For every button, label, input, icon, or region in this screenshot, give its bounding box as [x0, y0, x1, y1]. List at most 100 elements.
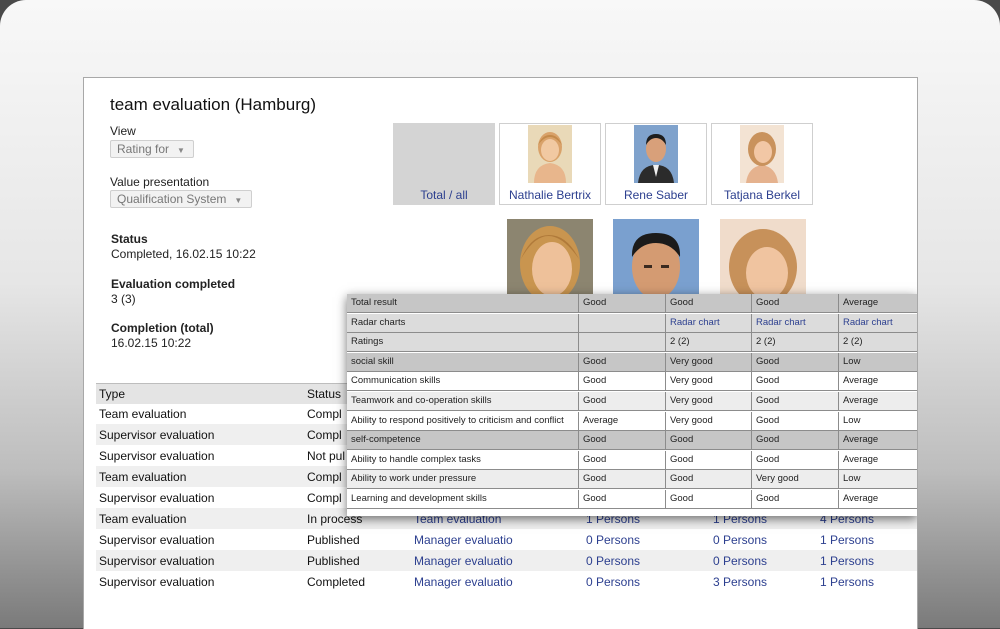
- cell-persons-link[interactable]: 1 Persons: [820, 575, 874, 589]
- result-row-label: Total result: [351, 297, 397, 308]
- person-portrait-rene: [613, 219, 699, 294]
- result-cell: Good: [578, 392, 665, 411]
- cell-persons-link[interactable]: 0 Persons: [713, 533, 767, 547]
- result-row-label: social skill: [351, 355, 394, 367]
- result-row-label: self-competence: [351, 434, 421, 446]
- result-row-label: Ratings: [351, 336, 384, 348]
- result-row-label: Radar charts: [351, 316, 406, 328]
- column-header-type[interactable]: Type: [99, 387, 125, 401]
- result-cell: Good: [751, 392, 838, 411]
- result-cell: 2 (2): [838, 333, 917, 353]
- result-cell: Average: [838, 372, 917, 392]
- person-name[interactable]: Total / all: [394, 188, 494, 202]
- result-row: self-competence Good Good Good Average: [347, 431, 917, 451]
- results-popup: Total result Good Good Good Average Radar cha…: [347, 294, 917, 516]
- cell-persons-link[interactable]: 0 Persons: [586, 554, 640, 568]
- page-title: team evaluation (Hamburg): [110, 95, 316, 114]
- result-row: Teamwork and co-operation skills Good Very…: [347, 392, 917, 411]
- result-cell: Low: [838, 411, 917, 431]
- result-row-label: Teamwork and co-operation skills: [351, 395, 492, 406]
- result-row: Ratings 2 (2) 2 (2) 2 (2): [347, 333, 917, 353]
- result-cell: Good: [578, 352, 665, 372]
- person-portrait-tatjana: [720, 219, 806, 294]
- result-cell: Average: [838, 392, 917, 411]
- result-row-label: Ability to work under pressure: [351, 473, 477, 485]
- result-cell: Good: [751, 294, 838, 313]
- person-card-tatjana[interactable]: Tatjana Berkel: [711, 123, 813, 205]
- person-name[interactable]: Tatjana Berkel: [712, 188, 812, 202]
- value-presentation-label: Value presentation: [110, 175, 210, 189]
- cell-status: Completed: [307, 575, 366, 589]
- result-row-label: Ability to handle complex tasks: [351, 453, 481, 465]
- result-row: Learning and development skills Good Good G…: [347, 490, 917, 509]
- cell-status: Compl: [307, 407, 342, 421]
- cell-form-link[interactable]: Manager evaluatio: [414, 575, 513, 589]
- person-name[interactable]: Rene Saber: [606, 188, 706, 202]
- cell-persons-link[interactable]: 1 Persons: [820, 554, 874, 568]
- result-cell: Very good: [665, 352, 751, 372]
- cell-type: Team evaluation: [99, 407, 187, 421]
- chevron-down-icon: ▼: [234, 196, 243, 205]
- cell-status: Compl: [307, 491, 342, 505]
- result-cell: Good: [578, 431, 665, 451]
- cell-persons-link[interactable]: 0 Persons: [713, 554, 767, 568]
- result-row: social skill Good Very good Good Low: [347, 352, 917, 372]
- cell-type: Supervisor evaluation: [99, 533, 215, 547]
- result-cell: Very good: [665, 411, 751, 431]
- cell-status: Compl: [307, 428, 342, 442]
- view-select[interactable]: Rating for ▼: [110, 140, 194, 158]
- column-header-status[interactable]: Status: [307, 387, 341, 401]
- status-value: Completed, 16.02.15 10:22: [111, 247, 256, 261]
- person-name[interactable]: Nathalie Bertrix: [500, 188, 600, 202]
- radar-chart-link[interactable]: Radar chart: [665, 313, 751, 333]
- cell-status: Published: [307, 533, 360, 547]
- result-row: Ability to respond positively to critici…: [347, 411, 917, 431]
- result-row: Ability to handle complex tasks Good Good G…: [347, 450, 917, 470]
- result-row: Communication skills Good Very good Good Ave…: [347, 372, 917, 392]
- result-row-label: Communication skills: [351, 375, 441, 387]
- result-cell: 2 (2): [665, 333, 751, 353]
- cell-form-link[interactable]: Manager evaluatio: [414, 554, 513, 568]
- result-cell: Good: [578, 490, 665, 509]
- cell-persons-link[interactable]: 0 Persons: [586, 575, 640, 589]
- result-row-label: Learning and development skills: [351, 493, 487, 504]
- result-cell: Good: [751, 450, 838, 470]
- table-row: Supervisor evaluation Published Manager ev…: [96, 550, 917, 571]
- cell-type: Team evaluation: [99, 512, 187, 526]
- result-cell: Good: [578, 372, 665, 392]
- result-cell: Good: [665, 470, 751, 490]
- result-cell: 2 (2): [751, 333, 838, 353]
- person-card-nathalie[interactable]: Nathalie Bertrix: [499, 123, 601, 205]
- radar-chart-link[interactable]: Radar chart: [838, 313, 917, 333]
- cell-type: Supervisor evaluation: [99, 449, 215, 463]
- result-cell: Good: [665, 294, 751, 313]
- cell-status: Compl: [307, 470, 342, 484]
- result-cell: Good: [665, 450, 751, 470]
- person-card-rene[interactable]: Rene Saber: [605, 123, 707, 205]
- result-cell: Good: [751, 431, 838, 451]
- radar-chart-link[interactable]: Radar chart: [751, 313, 838, 333]
- result-cell: Good: [578, 450, 665, 470]
- result-cell: Very good: [665, 392, 751, 411]
- result-cell: Low: [838, 470, 917, 490]
- chevron-down-icon: ▼: [177, 146, 185, 155]
- person-avatar: [528, 125, 572, 183]
- result-cell: Average: [838, 294, 917, 313]
- value-presentation-select[interactable]: Qualification System ▼: [110, 190, 252, 208]
- cell-type: Supervisor evaluation: [99, 554, 215, 568]
- value-presentation-select-value: Qualification System: [117, 192, 227, 206]
- result-row: Ability to work under pressure Good Good Ve…: [347, 470, 917, 490]
- completion-total-value: 16.02.15 10:22: [111, 336, 192, 350]
- cell-persons-link[interactable]: 3 Persons: [713, 575, 767, 589]
- cell-form-link[interactable]: Manager evaluatio: [414, 533, 513, 547]
- person-card-total[interactable]: Total / all: [393, 123, 495, 205]
- evaluation-completed-value: 3 (3): [111, 292, 136, 306]
- cell-persons-link[interactable]: 0 Persons: [586, 533, 640, 547]
- person-portrait-nathalie: [507, 219, 593, 294]
- result-row: Radar charts Radar chart Radar chart Radar …: [347, 313, 917, 333]
- cell-persons-link[interactable]: 1 Persons: [820, 533, 874, 547]
- result-cell: Average: [838, 490, 917, 509]
- result-cell: Good: [665, 490, 751, 509]
- app-window: team evaluation (Hamburg) View Rating fo…: [83, 77, 918, 629]
- cell-type: Supervisor evaluation: [99, 428, 215, 442]
